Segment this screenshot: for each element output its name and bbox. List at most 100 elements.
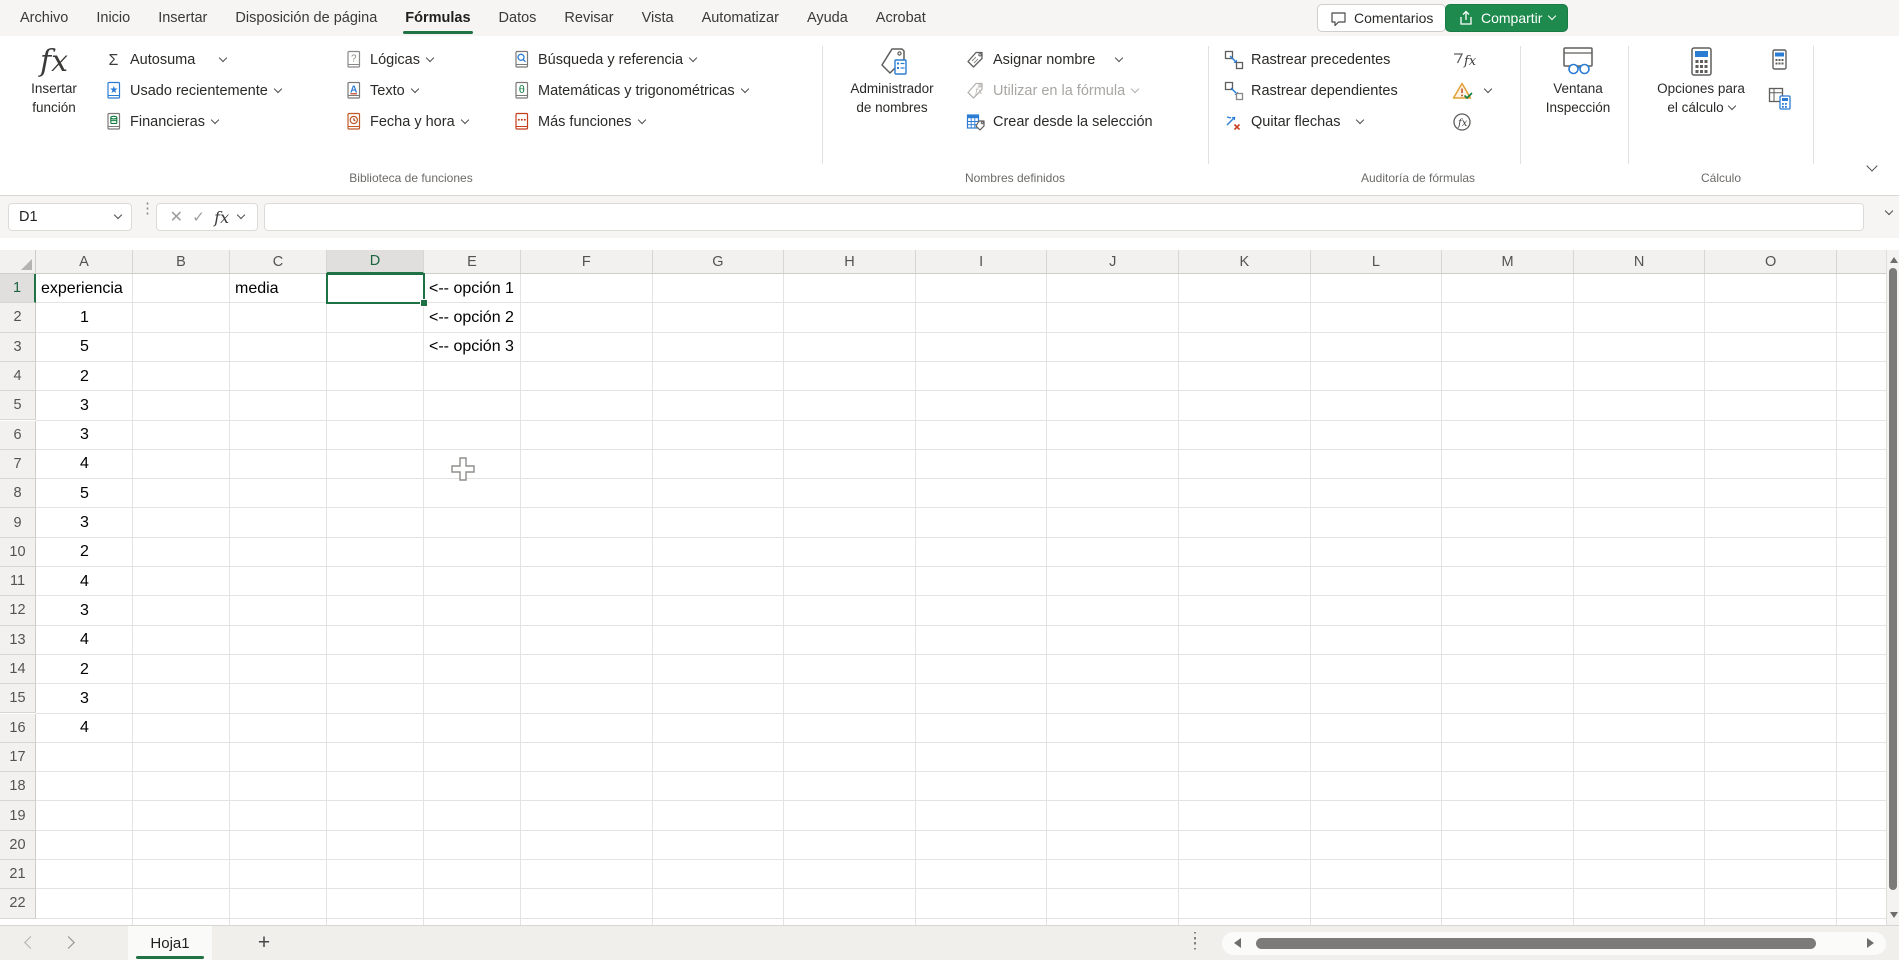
evaluate-formula-button[interactable]: fx (1452, 106, 1491, 137)
create-from-selection-button[interactable]: Crear desde la selección (966, 106, 1153, 137)
row-header-22[interactable]: 22 (0, 889, 36, 919)
row-header-6[interactable]: 6 (0, 420, 36, 450)
fill-handle[interactable] (420, 299, 428, 308)
add-sheet-button[interactable]: + (250, 929, 278, 957)
define-name-button[interactable]: Asignar nombre (966, 44, 1153, 75)
row-header-16[interactable]: 16 (0, 713, 36, 743)
row-header-9[interactable]: 9 (0, 508, 36, 538)
column-header-D[interactable]: D (327, 250, 424, 274)
row-header-4[interactable]: 4 (0, 361, 36, 392)
tabbar-resize-handle[interactable]: ⋮ ⋮ (1188, 930, 1202, 950)
collapse-ribbon-chevron-icon[interactable] (1866, 160, 1878, 172)
vertical-scrollbar-thumb[interactable] (1889, 268, 1897, 890)
menu-tab-acrobat[interactable]: Acrobat (862, 0, 940, 36)
row-header-12[interactable]: 12 (0, 596, 36, 626)
name-box[interactable]: D1 (8, 203, 132, 231)
cell-A11[interactable]: 4 (36, 567, 133, 596)
cell-A4[interactable]: 2 (36, 362, 133, 391)
text-button[interactable]: A Texto (344, 75, 468, 106)
calculation-options-button[interactable]: Opciones para el cálculo (1642, 42, 1760, 116)
fx-chevron-icon[interactable] (237, 210, 246, 220)
horizontal-scrollbar-thumb[interactable] (1256, 938, 1816, 949)
cell-A8[interactable]: 5 (36, 479, 133, 508)
insert-function-button[interactable]: fx Insertar función (12, 42, 96, 116)
row-header-7[interactable]: 7 (0, 449, 36, 480)
row-header-18[interactable]: 18 (0, 772, 36, 802)
calculate-now-button[interactable] (1768, 44, 1792, 75)
menu-tab-revisar[interactable]: Revisar (550, 0, 627, 36)
cancel-icon[interactable]: ✕ (170, 207, 183, 227)
comments-button[interactable]: Comentarios (1317, 4, 1447, 32)
logical-button[interactable]: ? Lógicas (344, 44, 468, 75)
name-box-chevron-icon[interactable] (113, 210, 123, 220)
column-header-K[interactable]: K (1179, 250, 1311, 274)
row-header-8[interactable]: 8 (0, 479, 36, 509)
previous-sheet-arrow-icon[interactable] (24, 936, 37, 949)
watch-window-button[interactable]: Ventana Inspección (1532, 42, 1624, 116)
menu-tab-automatizar[interactable]: Automatizar (688, 0, 793, 36)
cell-E2[interactable]: <-- opción 2 (424, 303, 521, 332)
share-button[interactable]: Compartir (1445, 4, 1569, 32)
menu-tab-fórmulas[interactable]: Fórmulas (391, 0, 484, 36)
column-header-G[interactable]: G (652, 250, 785, 274)
autosum-button[interactable]: Σ Autosuma (104, 44, 281, 75)
row-header-5[interactable]: 5 (0, 391, 36, 421)
name-box-resize-handle[interactable]: ⋮ (140, 201, 155, 216)
column-header-L[interactable]: L (1310, 250, 1443, 274)
datetime-button[interactable]: Fecha y hora (344, 106, 469, 137)
scroll-right-arrow-icon[interactable] (1867, 938, 1874, 948)
row-header-14[interactable]: 14 (0, 654, 36, 685)
column-header-O[interactable]: O (1705, 250, 1837, 274)
use-in-formula-button[interactable]: fx Utilizar en la fórmula (966, 75, 1153, 106)
lookup-reference-button[interactable]: Búsqueda y referencia (512, 44, 748, 75)
insert-function-fx-icon[interactable]: fx (214, 208, 229, 227)
cell-A10[interactable]: 2 (36, 538, 133, 567)
cell-A7[interactable]: 4 (36, 450, 133, 479)
cell-A5[interactable]: 3 (36, 391, 133, 420)
math-trig-button[interactable]: θ Matemáticas y trigonométricas (512, 75, 749, 106)
row-header-21[interactable]: 21 (0, 860, 36, 890)
column-header-E[interactable]: E (424, 250, 521, 274)
formula-input[interactable] (264, 203, 1864, 231)
column-header-J[interactable]: J (1047, 250, 1179, 274)
row-header-17[interactable]: 17 (0, 742, 36, 773)
financial-button[interactable]: Financieras (104, 106, 281, 137)
row-header-2[interactable]: 2 (0, 303, 36, 333)
horizontal-scrollbar[interactable] (1222, 932, 1886, 955)
row-header-10[interactable]: 10 (0, 537, 36, 567)
column-header-A[interactable]: A (36, 250, 133, 274)
cell-A15[interactable]: 3 (36, 684, 133, 713)
cell-A6[interactable]: 3 (36, 421, 133, 450)
vertical-scrollbar[interactable] (1886, 250, 1899, 925)
column-header-F[interactable]: F (521, 250, 653, 274)
menu-tab-inicio[interactable]: Inicio (82, 0, 144, 36)
cell-A13[interactable]: 4 (36, 626, 133, 655)
cell-A12[interactable]: 3 (36, 596, 133, 625)
cell-E1[interactable]: <-- opción 1 (424, 274, 521, 303)
select-all-corner[interactable] (0, 250, 36, 274)
menu-tab-archivo[interactable]: Archivo (6, 0, 82, 36)
cell-A9[interactable]: 3 (36, 508, 133, 537)
row-header-3[interactable]: 3 (0, 332, 36, 362)
remove-arrows-button[interactable]: Quitar flechas (1224, 106, 1398, 137)
calculate-sheet-button[interactable] (1768, 83, 1792, 114)
scroll-left-arrow-icon[interactable] (1234, 938, 1241, 948)
selected-cell-D1[interactable] (326, 273, 425, 305)
expand-formula-bar-chevron-icon[interactable] (1884, 206, 1894, 216)
row-header-19[interactable]: 19 (0, 801, 36, 831)
row-header-15[interactable]: 15 (0, 684, 36, 714)
trace-precedents-button[interactable]: Rastrear precedentes (1224, 44, 1398, 75)
cell-E3[interactable]: <-- opción 3 (424, 333, 521, 362)
next-sheet-arrow-icon[interactable] (62, 936, 75, 949)
row-header-20[interactable]: 20 (0, 830, 36, 860)
column-header-M[interactable]: M (1442, 250, 1574, 274)
row-header-1[interactable]: 1 (0, 274, 36, 304)
name-manager-button[interactable]: Administrador de nombres (836, 42, 948, 116)
column-header-I[interactable]: I (915, 250, 1048, 274)
cell-A16[interactable]: 4 (36, 714, 133, 743)
column-header-N[interactable]: N (1573, 250, 1706, 274)
menu-tab-vista[interactable]: Vista (628, 0, 688, 36)
sheet-tab-hoja1[interactable]: Hoja1 (128, 926, 212, 960)
column-header-B[interactable]: B (133, 250, 230, 274)
menu-tab-disposición-de-página[interactable]: Disposición de página (221, 0, 391, 36)
